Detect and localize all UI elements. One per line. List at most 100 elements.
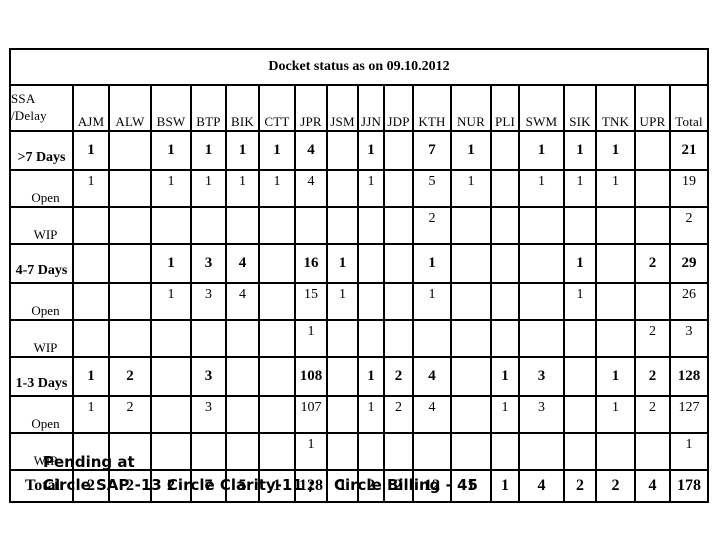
cell-upr <box>634 206 671 245</box>
cell-kth: 4 <box>412 395 452 434</box>
cell-nur <box>450 319 492 358</box>
column-header-jpr: JPR <box>294 84 328 132</box>
cell-jpr: 4 <box>294 169 328 208</box>
cell-jjn <box>357 206 385 245</box>
cell-ajm <box>72 282 110 321</box>
cell-bsw: 1 <box>150 169 192 208</box>
cell-upr: 2 <box>634 395 671 434</box>
cell-sik: 1 <box>563 282 597 321</box>
table-row: WIP 2 2 <box>9 206 710 245</box>
cell-swm <box>518 243 565 284</box>
cell-jjn <box>357 243 385 284</box>
cell-kth: 1 <box>412 282 452 321</box>
row-label: WIP <box>9 319 74 358</box>
cell-jjn: 1 <box>357 130 385 171</box>
cell-pli: 1 <box>490 469 520 503</box>
cell-sik: 1 <box>563 243 597 284</box>
cell-swm <box>518 206 565 245</box>
cell-pli <box>490 432 520 471</box>
corner-label-delay: /Delay <box>11 108 47 123</box>
cell-jpr: 107 <box>294 395 328 434</box>
cell-bsw <box>150 356 192 397</box>
cell-ctt <box>258 395 296 434</box>
cell-swm <box>518 432 565 471</box>
cell-total: 19 <box>668 169 710 208</box>
cell-sik <box>563 356 597 397</box>
cell-kth: 7 <box>412 130 452 171</box>
cell-alw <box>108 243 152 284</box>
cell-jdp <box>383 243 414 284</box>
cell-jsm <box>326 319 359 358</box>
column-header-nur: NUR <box>450 84 492 132</box>
cell-alw <box>108 169 152 208</box>
cell-swm: 3 <box>518 395 565 434</box>
cell-kth: 1 <box>412 243 452 284</box>
column-header-sik: SIK <box>563 84 597 132</box>
cell-tnk <box>595 319 636 358</box>
cell-tnk: 1 <box>595 356 636 397</box>
cell-tnk <box>595 206 636 245</box>
cell-bik <box>225 319 260 358</box>
cell-ctt: 1 <box>258 169 296 208</box>
cell-bsw: 1 <box>150 130 192 171</box>
cell-swm <box>518 319 565 358</box>
cell-jjn <box>357 282 385 321</box>
cell-alw <box>108 282 152 321</box>
cell-pli <box>490 282 520 321</box>
column-header-upr: UPR <box>634 84 671 132</box>
cell-jjn <box>357 319 385 358</box>
cell-alw <box>108 130 152 171</box>
cell-total: 26 <box>668 282 710 321</box>
cell-alw <box>108 206 152 245</box>
cell-nur <box>450 206 492 245</box>
cell-bik: 4 <box>225 282 260 321</box>
cell-upr <box>634 130 671 171</box>
cell-tnk <box>595 282 636 321</box>
cell-jdp: 2 <box>383 356 414 397</box>
cell-kth: 2 <box>412 206 452 245</box>
cell-sik <box>563 395 597 434</box>
cell-swm: 1 <box>518 169 565 208</box>
cell-pli <box>490 319 520 358</box>
cell-swm: 3 <box>518 356 565 397</box>
column-header-pli: PLI <box>490 84 520 132</box>
column-header-ctt: CTT <box>258 84 296 132</box>
column-header-jsm: JSM <box>326 84 359 132</box>
cell-alw: 2 <box>108 356 152 397</box>
cell-ctt <box>258 206 296 245</box>
cell-ctt <box>258 243 296 284</box>
cell-jsm: 1 <box>326 282 359 321</box>
cell-ajm <box>72 206 110 245</box>
cell-alw <box>108 319 152 358</box>
column-header-bsw: BSW <box>150 84 192 132</box>
corner-label-ssa: SSA <box>11 91 36 106</box>
cell-kth: 4 <box>412 356 452 397</box>
table-row: 1-3 Days 1 2 3 108 1 2 4 1 3 1 2 128 <box>9 356 710 397</box>
cell-tnk <box>595 243 636 284</box>
pending-note: Pending at Circle SAP -13 Circle Clarity… <box>43 451 478 497</box>
cell-ajm <box>72 243 110 284</box>
table-row: >7 Days 1 1 1 1 1 4 1 7 1 1 1 1 21 <box>9 130 710 171</box>
cell-jpr: 16 <box>294 243 328 284</box>
cell-total: 128 <box>668 356 710 397</box>
column-header-alw: ALW <box>108 84 152 132</box>
cell-ajm: 1 <box>72 395 110 434</box>
cell-tnk: 1 <box>595 169 636 208</box>
cell-btp: 3 <box>190 356 227 397</box>
cell-bik <box>225 395 260 434</box>
cell-jdp <box>383 206 414 245</box>
table-row: Open 1 3 4 15 1 1 1 26 <box>9 282 710 321</box>
cell-nur <box>450 243 492 284</box>
cell-upr: 2 <box>634 319 671 358</box>
cell-jjn: 1 <box>357 395 385 434</box>
cell-bsw: 1 <box>150 243 192 284</box>
cell-jpr: 1 <box>294 319 328 358</box>
cell-ajm: 1 <box>72 130 110 171</box>
cell-jsm <box>326 356 359 397</box>
cell-tnk: 1 <box>595 130 636 171</box>
cell-upr: 2 <box>634 243 671 284</box>
cell-sik <box>563 319 597 358</box>
cell-tnk: 1 <box>595 395 636 434</box>
cell-bik <box>225 206 260 245</box>
cell-pli <box>490 243 520 284</box>
